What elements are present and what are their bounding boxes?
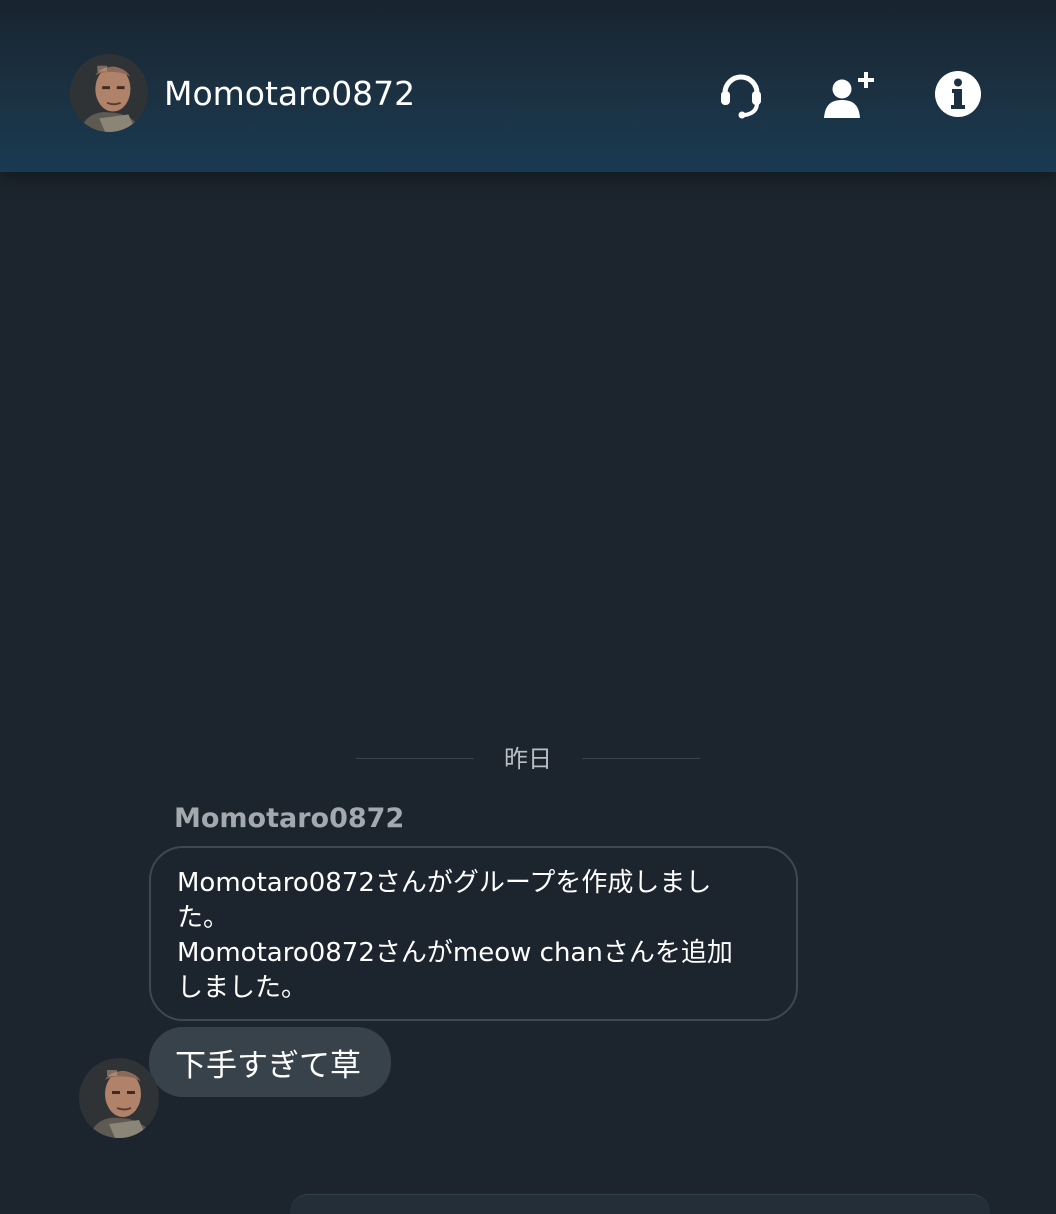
system-message-line: Momotaro0872さんがグループを作成しまし: [177, 868, 712, 898]
system-message-line: た。: [177, 903, 230, 933]
group-avatar[interactable]: [70, 54, 148, 132]
system-message-line: しました。: [177, 973, 308, 1003]
date-separator: 昨日: [356, 738, 700, 780]
system-message-line: Momotaro0872さんがmeow chanさんを追加: [177, 938, 733, 968]
date-label: 昨日: [504, 745, 552, 773]
avatar-image: [79, 1058, 159, 1138]
avatar-image: [70, 54, 148, 132]
sender-avatar[interactable]: [79, 1058, 159, 1138]
message-bubble[interactable]: 下手すぎて草: [149, 1027, 391, 1097]
add-user-icon: [824, 72, 874, 118]
chat-header: Momotaro0872: [0, 0, 1056, 172]
system-message-bubble: Momotaro0872さんがグループを作成しまし た。 Momotaro087…: [149, 846, 798, 1021]
headset-icon: [721, 74, 761, 119]
voice-chat-button[interactable]: [713, 66, 769, 122]
group-info-button[interactable]: [930, 66, 986, 122]
message-input-area[interactable]: [290, 1194, 990, 1214]
separator-line-right: [582, 758, 700, 759]
info-icon: [935, 71, 981, 117]
chat-title: Momotaro0872: [164, 74, 416, 113]
message-text: 下手すぎて草: [175, 1047, 361, 1084]
sender-name: Momotaro0872: [174, 803, 405, 834]
add-member-button[interactable]: [820, 66, 876, 122]
